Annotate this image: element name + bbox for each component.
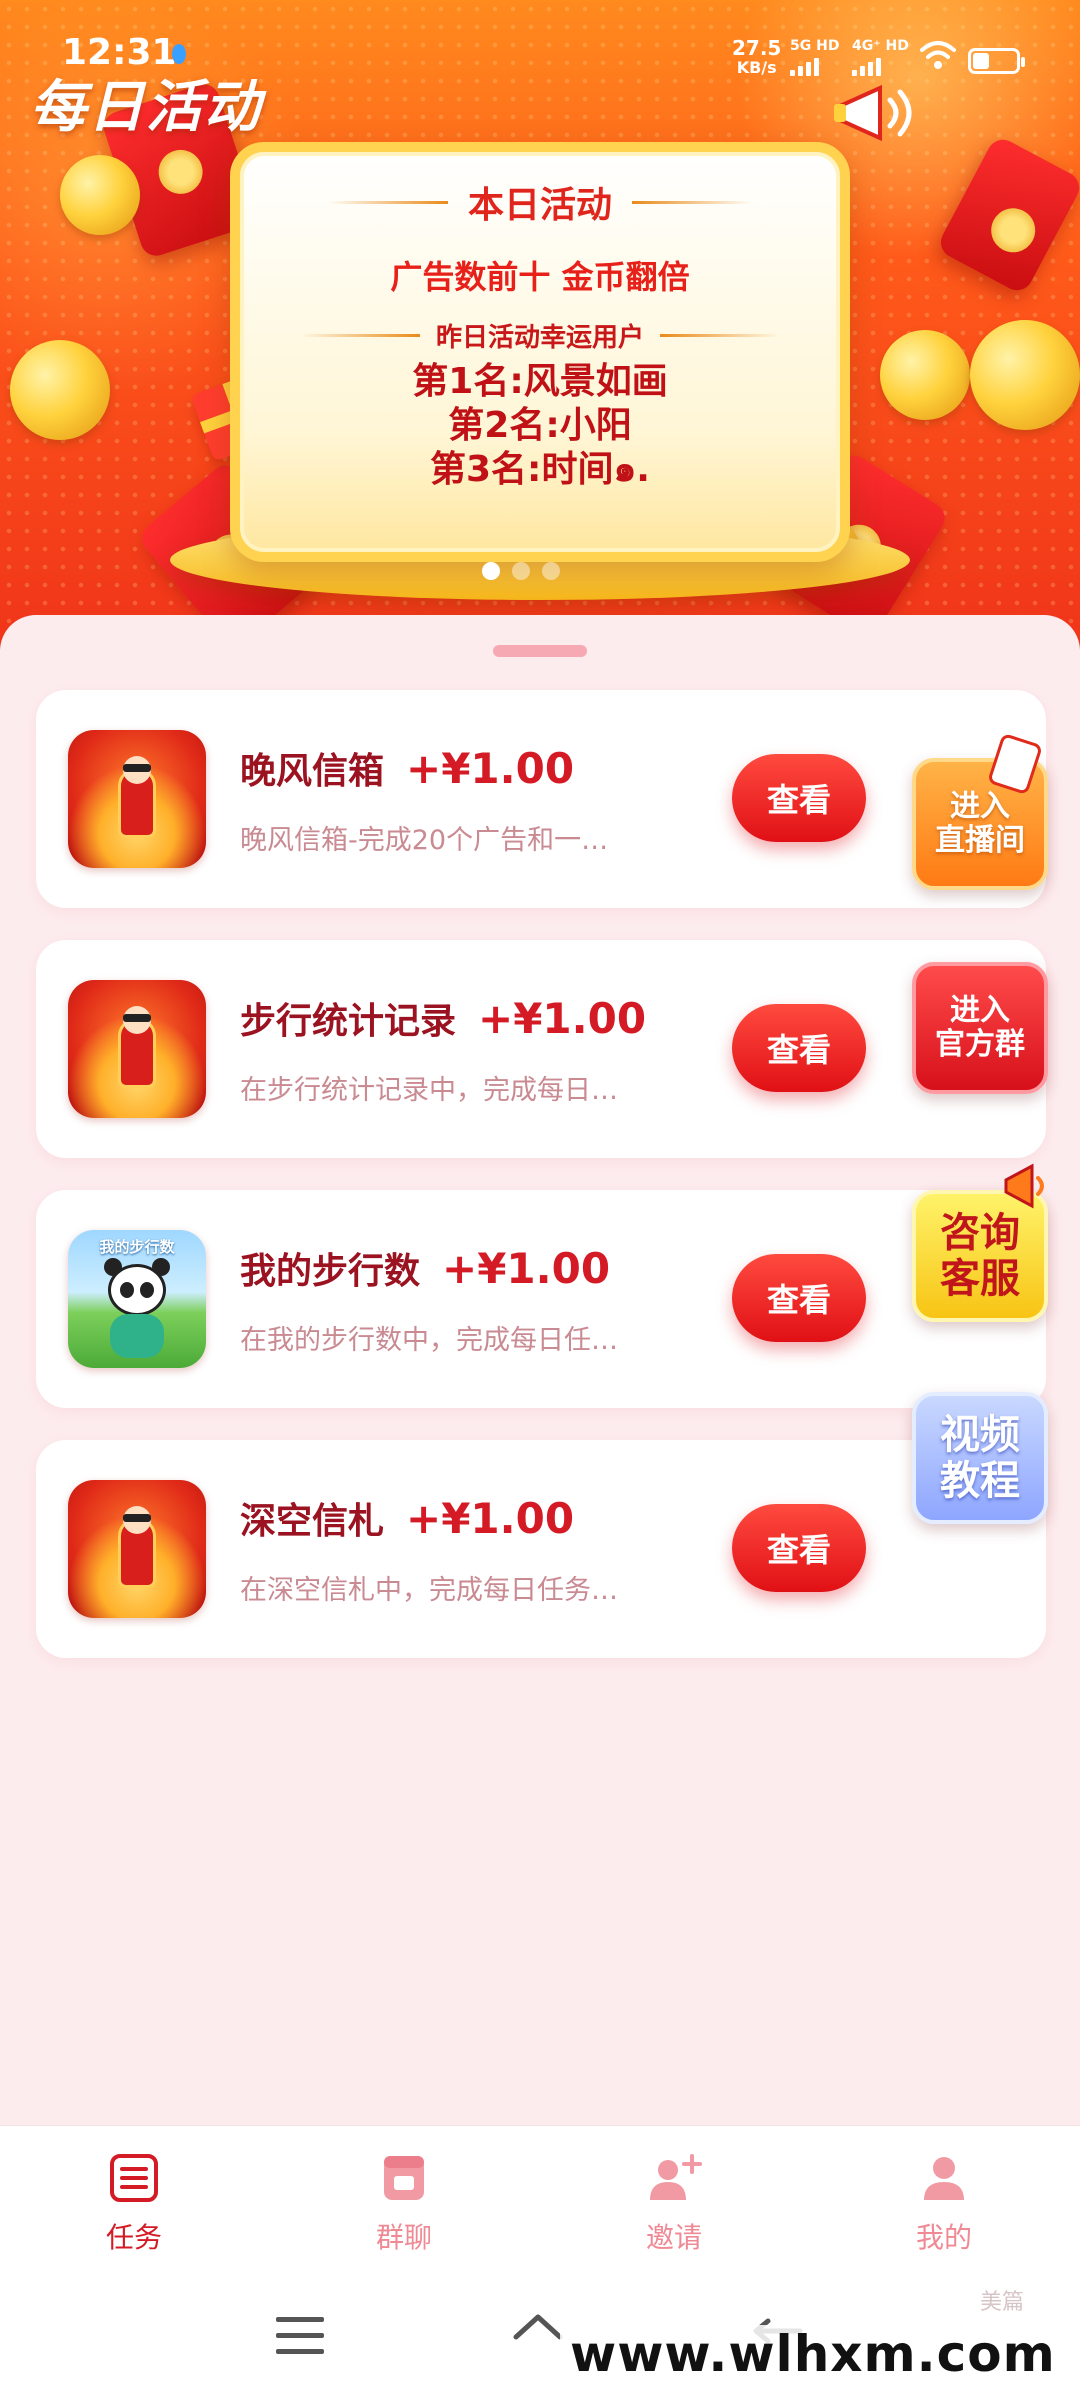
carousel-dot[interactable]	[482, 562, 500, 580]
task-name: 步行统计记录	[240, 1001, 457, 1042]
signal-sim1: 5G HD	[790, 38, 839, 76]
task-reward: +¥1.00	[478, 994, 647, 1043]
board-heading-row: 本日活动	[240, 176, 840, 228]
wifi-icon	[920, 41, 956, 69]
nav-label: 群聊	[375, 2221, 432, 2254]
gold-coin-decoration	[10, 340, 110, 440]
gold-coin-decoration	[880, 330, 970, 420]
page-title: 每日活动	[30, 75, 262, 140]
task-card[interactable]: 我的步行数 我的步行数 +¥1.00 在我的步行数中，完成每日任… 查看	[36, 1190, 1046, 1408]
task-reward: +¥1.00	[406, 744, 575, 793]
red-envelope-god-icon	[68, 1480, 206, 1618]
divider	[632, 200, 752, 204]
task-reward: +¥1.00	[442, 1244, 611, 1293]
activity-board: 本日活动 广告数前十 金币翻倍 昨日活动幸运用户 第1名:风景如画 第2名:小阳…	[230, 142, 850, 562]
task-name: 我的步行数	[240, 1251, 421, 1292]
official-group-button[interactable]: 进入 官方群	[912, 962, 1048, 1094]
float-label-line2: 直播间	[935, 823, 1025, 858]
nav-label: 邀请	[645, 2221, 702, 2254]
float-label-line2: 教程	[940, 1458, 1020, 1504]
divider	[299, 334, 420, 337]
network-speed-unit: KB/s	[736, 58, 777, 77]
task-list-icon	[110, 2154, 158, 2202]
signal-sim2-label: 4G⁺ HD	[852, 38, 909, 54]
task-description: 在我的步行数中，完成每日任…	[240, 1325, 618, 1356]
divider	[660, 334, 780, 337]
float-label-line2: 官方群	[935, 1027, 1025, 1062]
gold-coin-decoration	[970, 320, 1080, 430]
view-button[interactable]: 查看	[732, 1254, 866, 1342]
board-promo-text: 广告数前十 金币翻倍	[390, 258, 690, 296]
winner-3: 第3名:时间๑.	[430, 449, 650, 490]
signal-sim2: 4G⁺ HD	[852, 38, 909, 76]
task-title-row: 深空信札 +¥1.00	[240, 1492, 574, 1544]
menu-icon[interactable]	[276, 2317, 324, 2357]
red-envelope-god-icon	[68, 980, 206, 1118]
group-chat-icon	[384, 2156, 424, 2200]
customer-service-button[interactable]: 咨询 客服	[912, 1163, 1048, 1322]
gold-coin-decoration	[60, 155, 140, 235]
signal-bars-icon	[790, 58, 839, 76]
home-icon[interactable]	[508, 2311, 568, 2361]
nav-tab-tasks[interactable]: 任务	[64, 2152, 204, 2256]
carousel-dot[interactable]	[542, 562, 560, 580]
invite-user-icon	[650, 2154, 702, 2200]
winner-1: 第1名:风景如画	[412, 361, 668, 402]
winner-2: 第2名:小阳	[448, 405, 632, 446]
task-title-row: 晚风信箱 +¥1.00	[240, 742, 574, 794]
battery-icon	[968, 48, 1025, 74]
bottom-navigation: 任务 群聊 邀请 我的	[0, 2125, 1080, 2275]
task-card[interactable]: 深空信札 +¥1.00 在深空信札中，完成每日任务… 查看	[36, 1440, 1046, 1658]
network-speed-value: 27.5	[732, 36, 782, 60]
icon-label: 我的步行数	[99, 1238, 175, 1256]
carousel-dot[interactable]	[512, 562, 530, 580]
float-label-line1: 咨询	[940, 1210, 1020, 1256]
watermark-url: www.wlhxm.com	[560, 2325, 1066, 2383]
view-button[interactable]: 查看	[732, 1504, 866, 1592]
nav-label: 任务	[105, 2221, 162, 2254]
task-description: 在步行统计记录中，完成每日…	[240, 1075, 618, 1106]
float-label-line1: 视频	[940, 1412, 1020, 1458]
board-subtitle-row: 昨日活动幸运用户	[240, 317, 840, 354]
red-envelope-god-icon	[68, 730, 206, 868]
task-title-row: 步行统计记录 +¥1.00	[240, 992, 646, 1044]
task-description: 在深空信札中，完成每日任务…	[240, 1575, 618, 1606]
task-card[interactable]: 晚风信箱 +¥1.00 晚风信箱-完成20个广告和一… 查看	[36, 690, 1046, 908]
panda-icon: 我的步行数	[68, 1230, 206, 1368]
nav-tab-profile[interactable]: 我的	[874, 2152, 1014, 2256]
megaphone-icon	[1004, 1163, 1044, 1209]
divider	[327, 200, 448, 204]
nav-tab-invite[interactable]: 邀请	[604, 2152, 744, 2256]
view-button[interactable]: 查看	[732, 1004, 866, 1092]
enter-live-room-button[interactable]: 进入 直播间	[912, 732, 1048, 890]
carousel-indicator[interactable]	[482, 562, 560, 580]
nav-label: 我的	[915, 2221, 972, 2254]
profile-icon	[924, 2157, 964, 2200]
network-speed: 27.5 KB/s	[732, 38, 781, 78]
winner-list: 第1名:风景如画 第2名:小阳 第3名:时间๑.	[240, 360, 840, 492]
task-card[interactable]: 步行统计记录 +¥1.00 在步行统计记录中，完成每日… 查看	[36, 940, 1046, 1158]
video-tutorial-button[interactable]: 视频 教程	[912, 1392, 1048, 1524]
board-heading: 本日活动	[467, 185, 612, 226]
view-button[interactable]: 查看	[732, 754, 866, 842]
watermark-small: 美篇	[980, 2290, 1025, 2315]
signal-sim1-label: 5G HD	[790, 38, 840, 54]
task-name: 深空信札	[240, 1501, 385, 1542]
signal-bars-icon	[852, 58, 909, 76]
board-subtitle: 昨日活动幸运用户	[435, 323, 644, 353]
float-label-line1: 进入	[950, 788, 1010, 824]
nav-tab-group-chat[interactable]: 群聊	[334, 2152, 474, 2256]
task-name: 晚风信箱	[240, 751, 385, 792]
float-label-line2: 客服	[940, 1256, 1020, 1302]
sheet-handle[interactable]	[493, 645, 587, 657]
task-reward: +¥1.00	[406, 1494, 575, 1543]
task-title-row: 我的步行数 +¥1.00	[240, 1242, 610, 1294]
notification-dot-icon	[172, 44, 186, 64]
float-label-line1: 进入	[950, 992, 1010, 1028]
task-description: 晚风信箱-完成20个广告和一…	[240, 825, 609, 856]
